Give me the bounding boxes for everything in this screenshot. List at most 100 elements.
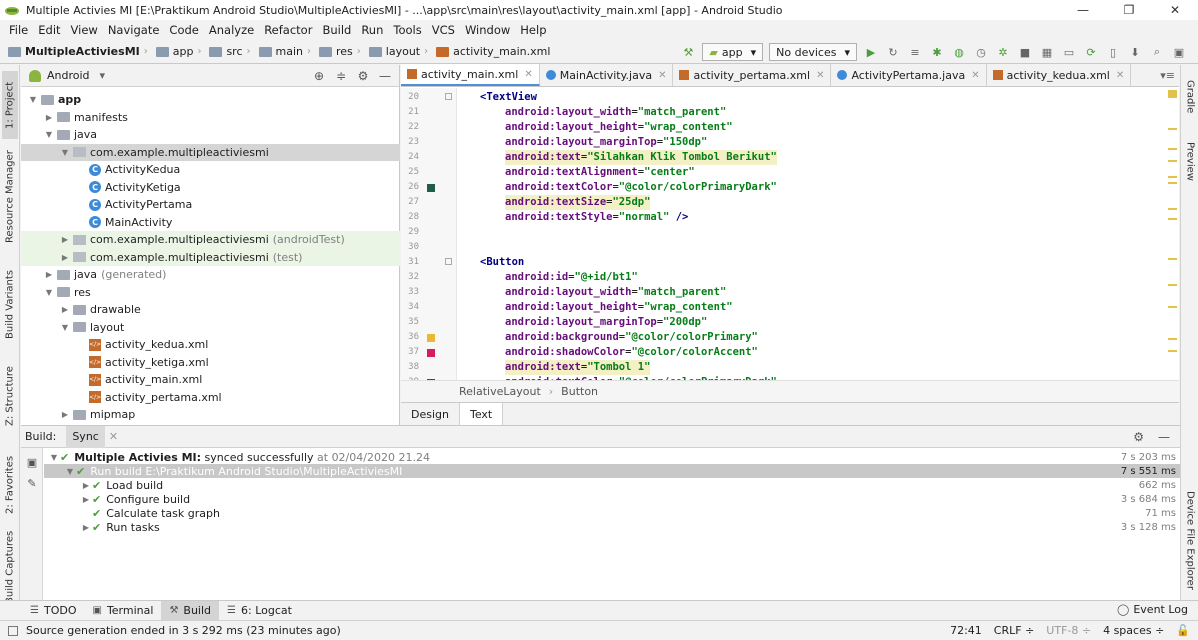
- tree-item[interactable]: C MainActivity: [21, 214, 400, 232]
- breadcrumb-item[interactable]: main ›: [258, 45, 317, 58]
- search-icon[interactable]: ⌕: [1150, 45, 1164, 59]
- crumb-relativelayout[interactable]: RelativeLayout: [459, 385, 541, 398]
- tree-item[interactable]: </> activity_kedua.xml: [21, 336, 400, 354]
- avd-manager-icon[interactable]: ▯: [1106, 45, 1120, 59]
- chevron-down-icon[interactable]: ▼: [48, 453, 60, 462]
- sdk-icon[interactable]: ⬇: [1128, 45, 1142, 59]
- tree-item[interactable]: C ActivityKetiga: [21, 179, 400, 197]
- editor-tab[interactable]: ActivityPertama.java ✕: [831, 64, 987, 86]
- menu-analyze[interactable]: Analyze: [204, 23, 259, 37]
- build-row[interactable]: ▶ ✔ Run tasks 3 s 128 ms: [44, 520, 1180, 534]
- code-area[interactable]: <TextView android:layout_width="match_par…: [458, 88, 1158, 380]
- menu-tools[interactable]: Tools: [388, 23, 426, 37]
- chevron-down-icon[interactable]: ▾: [100, 69, 106, 82]
- chevron-right-icon[interactable]: ▶: [80, 495, 92, 504]
- bug-icon[interactable]: ✲: [996, 45, 1010, 59]
- breadcrumb-item[interactable]: res ›: [319, 45, 367, 58]
- menu-vcs[interactable]: VCS: [427, 23, 460, 37]
- chevron-right-icon[interactable]: ▶: [80, 523, 92, 532]
- tab-device-file-explorer[interactable]: Device File Explorer: [1183, 485, 1197, 595]
- tool-tab-todo[interactable]: ☰ TODO: [22, 601, 84, 621]
- tree-item[interactable]: ▼ com.example.multipleactiviesmi: [21, 143, 400, 161]
- tool-tab-6-logcat[interactable]: ☰ 6: Logcat: [219, 601, 300, 621]
- close-icon[interactable]: ✕: [1116, 70, 1124, 81]
- locate-icon[interactable]: ⊕: [311, 69, 327, 83]
- run-icon[interactable]: ▶: [864, 45, 878, 59]
- line-separator[interactable]: CRLF ÷: [994, 624, 1035, 637]
- tree-item[interactable]: ▶ java (generated): [21, 266, 400, 284]
- tab-preview[interactable]: Preview: [1183, 135, 1197, 187]
- close-button[interactable]: ✕: [1152, 0, 1198, 20]
- close-icon[interactable]: ✕: [109, 430, 118, 443]
- tab-resource-manager[interactable]: Resource Manager: [2, 149, 18, 245]
- close-icon[interactable]: ✕: [816, 70, 824, 81]
- menu-navigate[interactable]: Navigate: [103, 23, 165, 37]
- pin-icon[interactable]: ✎: [21, 477, 43, 490]
- tree-item[interactable]: ▶ com.example.multipleactiviesmi (test): [21, 248, 400, 266]
- lock-icon[interactable]: 🔓: [1176, 624, 1190, 637]
- tab-gradle[interactable]: Gradle: [1183, 73, 1197, 121]
- menu-help[interactable]: Help: [515, 23, 551, 37]
- chevron-right-icon[interactable]: ▶: [59, 410, 71, 419]
- run-config-select[interactable]: ▰ app ▾: [702, 43, 764, 61]
- tab-structure[interactable]: Z: Structure: [2, 365, 18, 427]
- device-select[interactable]: No devices ▾: [769, 43, 857, 61]
- tree-item[interactable]: ▶ mipmap: [21, 406, 400, 424]
- event-log-button[interactable]: ◯ Event Log: [1117, 603, 1188, 616]
- fold-icon[interactable]: [445, 93, 452, 100]
- tab-build-captures[interactable]: Build Captures: [2, 530, 18, 603]
- tab-project[interactable]: 1: Project: [2, 71, 18, 139]
- crumb-button[interactable]: Button: [561, 385, 598, 398]
- chevron-right-icon[interactable]: ▶: [59, 253, 71, 262]
- color-swatch-icon[interactable]: [427, 184, 435, 192]
- tab-build-variants[interactable]: Build Variants: [2, 265, 18, 345]
- tree-item[interactable]: ▶ drawable: [21, 301, 400, 319]
- file-encoding[interactable]: UTF-8 ÷: [1046, 624, 1091, 637]
- breadcrumb-item[interactable]: MultipleActiviesMI ›: [8, 45, 154, 58]
- editor-tab[interactable]: MainActivity.java ✕: [540, 64, 674, 86]
- sdk-manager-icon[interactable]: ▭: [1062, 45, 1076, 59]
- profile-icon[interactable]: ◍: [952, 45, 966, 59]
- chevron-down-icon[interactable]: ▼: [64, 467, 76, 476]
- editor-scrollbar[interactable]: [1167, 88, 1177, 380]
- menu-run[interactable]: Run: [356, 23, 388, 37]
- sync-gradle-icon[interactable]: ⟳: [1084, 45, 1098, 59]
- attach-debugger-icon[interactable]: ◷: [974, 45, 988, 59]
- indent-setting[interactable]: 4 spaces ÷: [1103, 624, 1164, 637]
- tree-item[interactable]: </> activity_main.xml: [21, 371, 400, 389]
- menu-refactor[interactable]: Refactor: [259, 23, 317, 37]
- hammer-icon[interactable]: ⚒: [681, 45, 695, 59]
- breadcrumb-item[interactable]: app ›: [155, 45, 208, 58]
- debug-icon[interactable]: ✱: [930, 45, 944, 59]
- hide-icon[interactable]: —: [377, 69, 393, 83]
- chevron-down-icon[interactable]: ▼: [43, 130, 55, 139]
- build-row[interactable]: ✔ Calculate task graph 71 ms: [44, 506, 1180, 520]
- tab-list-icon[interactable]: ▾≡: [1160, 69, 1175, 82]
- minimize-button[interactable]: —: [1060, 0, 1106, 20]
- menu-code[interactable]: Code: [164, 23, 203, 37]
- menu-edit[interactable]: Edit: [33, 23, 65, 37]
- editor-tab[interactable]: activity_pertama.xml ✕: [673, 64, 832, 86]
- editor-tab[interactable]: activity_kedua.xml ✕: [987, 64, 1132, 86]
- editor-tab[interactable]: activity_main.xml ✕: [401, 64, 540, 86]
- menu-view[interactable]: View: [66, 23, 103, 37]
- close-icon[interactable]: ✕: [524, 69, 532, 80]
- chevron-down-icon[interactable]: ▼: [59, 148, 71, 157]
- breadcrumb-item[interactable]: layout ›: [368, 45, 434, 58]
- gear-icon[interactable]: ⚙: [355, 69, 371, 83]
- tree-item[interactable]: ▶ manifests: [21, 109, 400, 127]
- tree-item[interactable]: </> activity_pertama.xml: [21, 389, 400, 407]
- tree-item[interactable]: </> activity_ketiga.xml: [21, 354, 400, 372]
- chevron-right-icon[interactable]: ▶: [59, 305, 71, 314]
- breadcrumb-item[interactable]: activity_main.xml: [436, 45, 550, 58]
- breadcrumb-item[interactable]: src ›: [209, 45, 256, 58]
- tab-design[interactable]: Design: [401, 403, 460, 425]
- tree-item[interactable]: ▼ layout: [21, 319, 400, 337]
- project-structure-icon[interactable]: ▦: [1040, 45, 1054, 59]
- build-row[interactable]: ▶ ✔ Load build 662 ms: [44, 478, 1180, 492]
- settings-icon[interactable]: ▣: [1172, 45, 1186, 59]
- toggle-view-icon[interactable]: ▣: [21, 456, 43, 469]
- apply-code-icon[interactable]: ≡: [908, 45, 922, 59]
- tree-item[interactable]: ▼ java: [21, 126, 400, 144]
- color-swatch-icon[interactable]: [427, 349, 435, 357]
